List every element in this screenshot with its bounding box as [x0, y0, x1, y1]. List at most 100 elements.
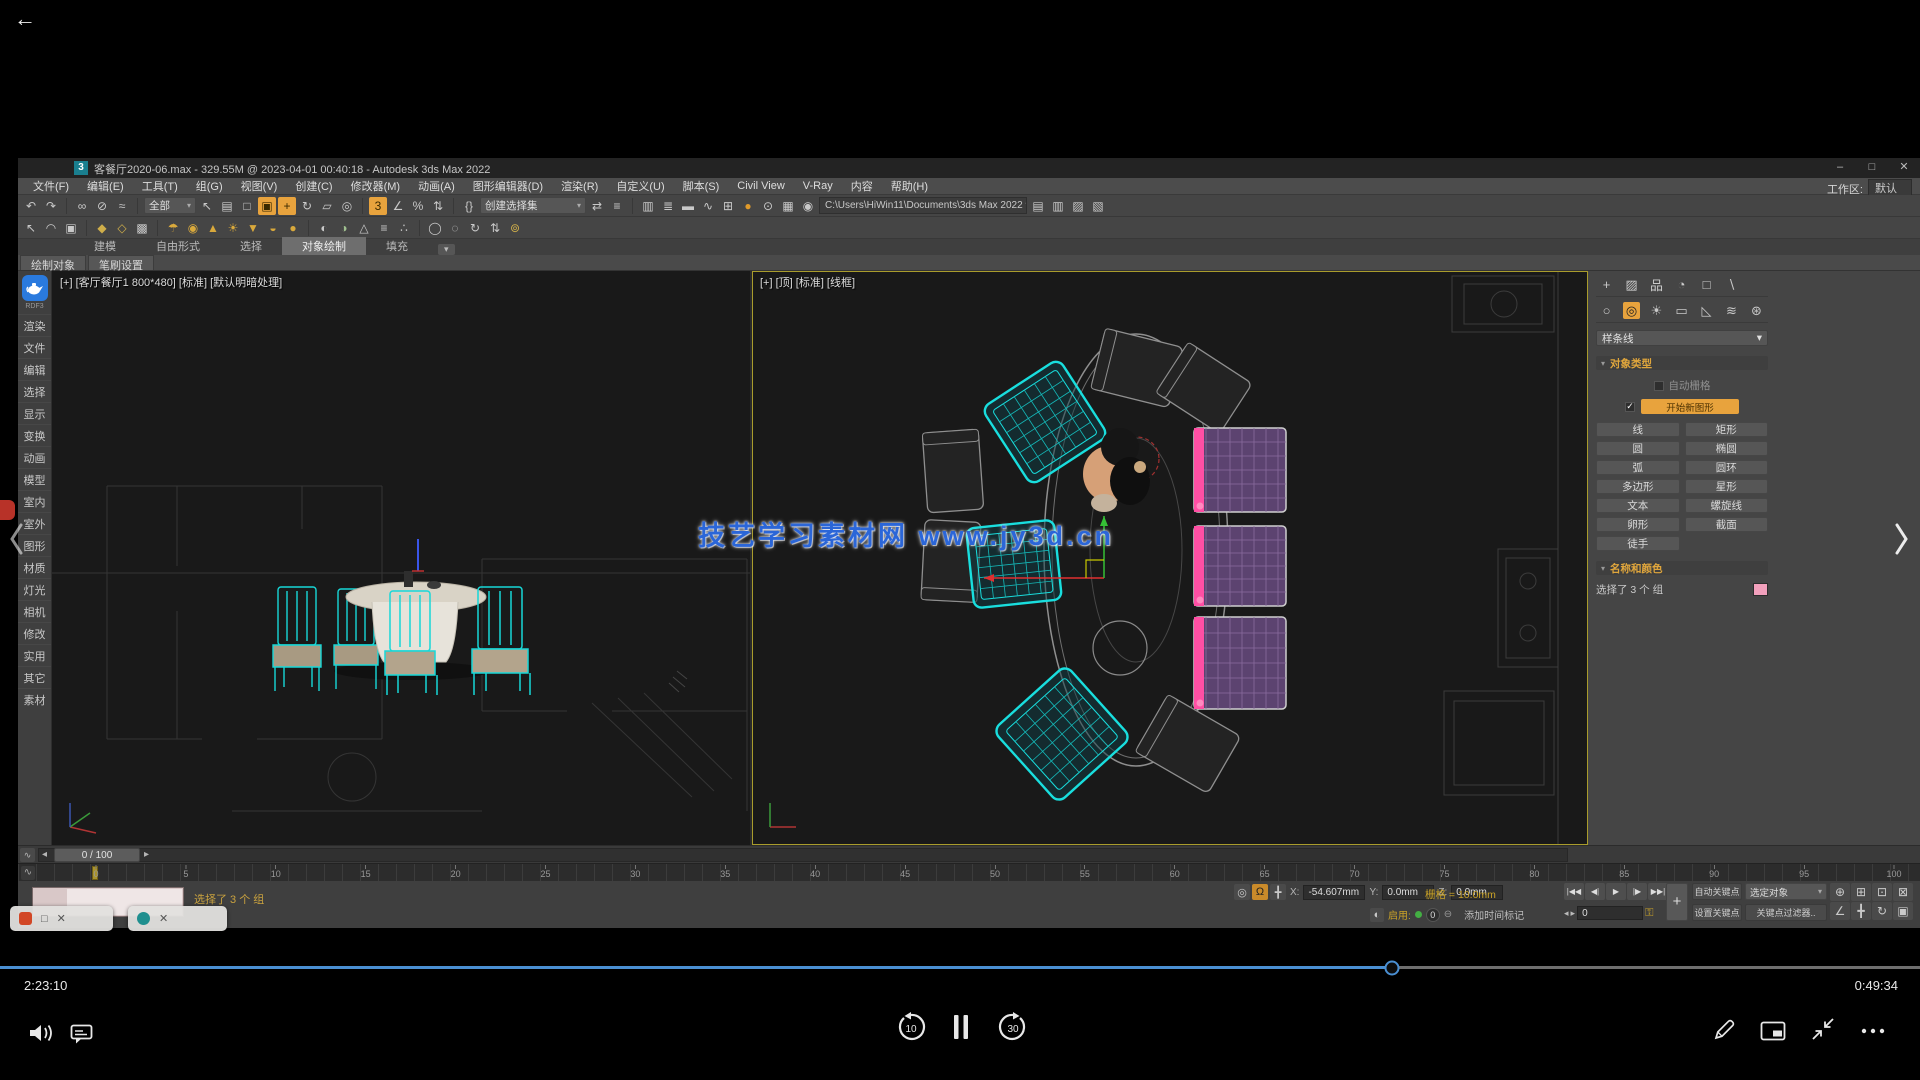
go-to-end-icon[interactable]: ▶▶|	[1648, 883, 1668, 900]
zoom-all-icon[interactable]: ⊞	[1851, 883, 1871, 901]
next-frame-arrow[interactable]: ▸	[144, 849, 149, 860]
key-filter-dropdown[interactable]: 选定对象 ▾	[1745, 883, 1827, 900]
paint-on-icon[interactable]: ◐	[315, 219, 333, 237]
frame-number-field[interactable]: 0	[1577, 906, 1643, 920]
umbrella-prop-icon[interactable]: ☂	[164, 219, 182, 237]
ribbon-tab-5[interactable]: 填充	[366, 237, 428, 255]
brush-softness-icon[interactable]: ◌	[446, 219, 464, 237]
track-bar[interactable]: ∿ 05101520253035404550556065707580859095…	[18, 863, 1920, 881]
display-tab-icon[interactable]: □	[1698, 276, 1715, 293]
shape-button[interactable]: 线	[1596, 422, 1680, 437]
sidebar-item-7[interactable]: 动画	[18, 446, 51, 468]
sidebar-item-3[interactable]: 编辑	[18, 358, 51, 380]
select-object-icon[interactable]: ↖	[198, 197, 216, 215]
menu-item-8[interactable]: 动画(A)	[409, 178, 464, 194]
selection-filter-dropdown[interactable]: 全部▾	[144, 197, 196, 214]
select-and-rotate-icon[interactable]: ↻	[298, 197, 316, 215]
previous-video-chevron[interactable]	[8, 522, 24, 556]
brush-settings-icon[interactable]: ⊚	[506, 219, 524, 237]
redo-icon[interactable]: ↷	[42, 197, 60, 215]
auto-key-button[interactable]: 自动关键点	[1692, 883, 1742, 900]
top-viewport[interactable]: [+] [顶] [标准] [线框]	[752, 271, 1588, 845]
shape-button[interactable]: 卵形	[1596, 517, 1680, 532]
cameras-icon[interactable]: ▭	[1673, 302, 1690, 319]
layer-explorer-icon[interactable]: ≣	[659, 197, 677, 215]
menu-item-2[interactable]: 编辑(E)	[78, 178, 133, 194]
render-production-icon[interactable]: ◉	[799, 197, 817, 215]
key-filters-button[interactable]: 关键点过滤器..	[1745, 904, 1827, 921]
select-by-name-icon[interactable]: ▤	[218, 197, 236, 215]
random-rotate-icon[interactable]: ↻	[466, 219, 484, 237]
shape-button[interactable]: 圆环	[1685, 460, 1769, 475]
set-keys-button[interactable]: +	[1666, 883, 1688, 921]
maximize-button[interactable]: □	[1856, 158, 1888, 177]
open-mini-curve-editor-icon[interactable]: ∿	[21, 866, 35, 880]
exit-fullscreen-button[interactable]	[1810, 1016, 1836, 1042]
shape-button[interactable]: 矩形	[1685, 422, 1769, 437]
menu-item-6[interactable]: 创建(C)	[286, 178, 341, 194]
ribbon-tab-3[interactable]: 选择	[220, 237, 282, 255]
adaptive-degradation-icon[interactable]: ◐	[1370, 908, 1384, 922]
curve-editor-icon[interactable]: ∿	[699, 197, 717, 215]
isolate-selection-icon[interactable]: ◎	[1234, 884, 1250, 900]
menu-item-11[interactable]: 自定义(U)	[607, 178, 673, 194]
select-brush-icon[interactable]: ↖	[22, 219, 40, 237]
create-tab-icon[interactable]: +	[1598, 276, 1615, 293]
utilities-tab-icon[interactable]: ∖	[1723, 276, 1740, 293]
taskbar-thumbnail-2[interactable]: ✕	[128, 906, 227, 931]
paint-align-icon[interactable]: ◑	[335, 219, 353, 237]
zoom-icon[interactable]: ⊕	[1830, 883, 1850, 901]
play-icon[interactable]: ▶	[1606, 883, 1626, 900]
select-and-place-icon[interactable]: ◎	[338, 197, 356, 215]
spinner-snap-icon[interactable]: ⇅	[429, 197, 447, 215]
toolbar-extra-icon-3[interactable]: ▨	[1069, 197, 1087, 215]
toolbar-extra-icon-2[interactable]: ▥	[1049, 197, 1067, 215]
project-path-field[interactable]: C:\Users\HiWin11\Documents\3ds Max 2022 …	[819, 197, 1027, 214]
material-editor-icon[interactable]: ●	[739, 197, 757, 215]
sidebar-item-9[interactable]: 室内	[18, 490, 51, 512]
back-button[interactable]: ←	[14, 6, 36, 32]
time-slider-track[interactable]	[38, 848, 1568, 862]
systems-icon[interactable]: ⊛	[1748, 302, 1765, 319]
ribbon-subtab-1[interactable]: 绘制对象	[20, 255, 86, 270]
menu-item-5[interactable]: 视图(V)	[232, 178, 287, 194]
start-new-shape-checkbox[interactable]: ✓	[1625, 402, 1635, 412]
lamp-prop-icon[interactable]: ◉	[184, 219, 202, 237]
object-type-rollout[interactable]: ▾ 对象类型	[1596, 356, 1768, 370]
menu-item-16[interactable]: 帮助(H)	[882, 178, 937, 194]
sidebar-item-14[interactable]: 相机	[18, 600, 51, 622]
helpers-icon[interactable]: ◺	[1698, 302, 1715, 319]
paint-scene-icon[interactable]: ▣	[62, 219, 80, 237]
rewind-10-button[interactable]: 10	[896, 1012, 926, 1042]
rendered-frame-window-icon[interactable]: ▦	[779, 197, 797, 215]
shape-button[interactable]: 截面	[1685, 517, 1769, 532]
menu-item-1[interactable]: 文件(F)	[24, 178, 78, 194]
taskbar-thumbnail-1[interactable]: □ ✕	[10, 906, 113, 931]
menu-item-12[interactable]: 脚本(S)	[674, 178, 729, 194]
menu-item-9[interactable]: 图形编辑器(D)	[464, 178, 552, 194]
toolbar-extra-icon-1[interactable]: ▤	[1029, 197, 1047, 215]
ribbon-tab-1[interactable]: 建模	[74, 237, 136, 255]
sidebar-item-12[interactable]: 材质	[18, 556, 51, 578]
volume-button[interactable]	[28, 1022, 54, 1044]
menu-item-10[interactable]: 渲染(R)	[552, 178, 607, 194]
snaps-toggle-icon[interactable]: 3	[369, 197, 387, 215]
hierarchy-tab-icon[interactable]: 品	[1648, 276, 1665, 293]
maximize-viewport-icon[interactable]: ▣	[1893, 902, 1913, 920]
close-icon[interactable]: ✕	[159, 912, 168, 925]
cone-prop-icon[interactable]: ▼	[244, 219, 262, 237]
more-options-button[interactable]	[1860, 1028, 1886, 1034]
sidebar-item-1[interactable]: 渲染	[18, 314, 51, 336]
x-coordinate-field[interactable]: -54.607mm	[1303, 885, 1365, 900]
pause-button[interactable]	[952, 1014, 970, 1040]
forward-30-button[interactable]: 30	[998, 1012, 1028, 1042]
percent-snap-icon[interactable]: %	[409, 197, 427, 215]
teapot-prop-icon[interactable]: ◒	[264, 219, 282, 237]
sphere-prop-icon[interactable]: ●	[284, 219, 302, 237]
subtitles-button[interactable]	[70, 1023, 94, 1045]
modify-tab-icon[interactable]: ▨	[1623, 276, 1640, 293]
light-prop-icon[interactable]: ☀	[224, 219, 242, 237]
spin-left-icon[interactable]: ◂	[1564, 908, 1569, 919]
object-color-swatch[interactable]	[1753, 583, 1768, 596]
offset-mode-icon[interactable]: ╋	[1270, 884, 1286, 900]
